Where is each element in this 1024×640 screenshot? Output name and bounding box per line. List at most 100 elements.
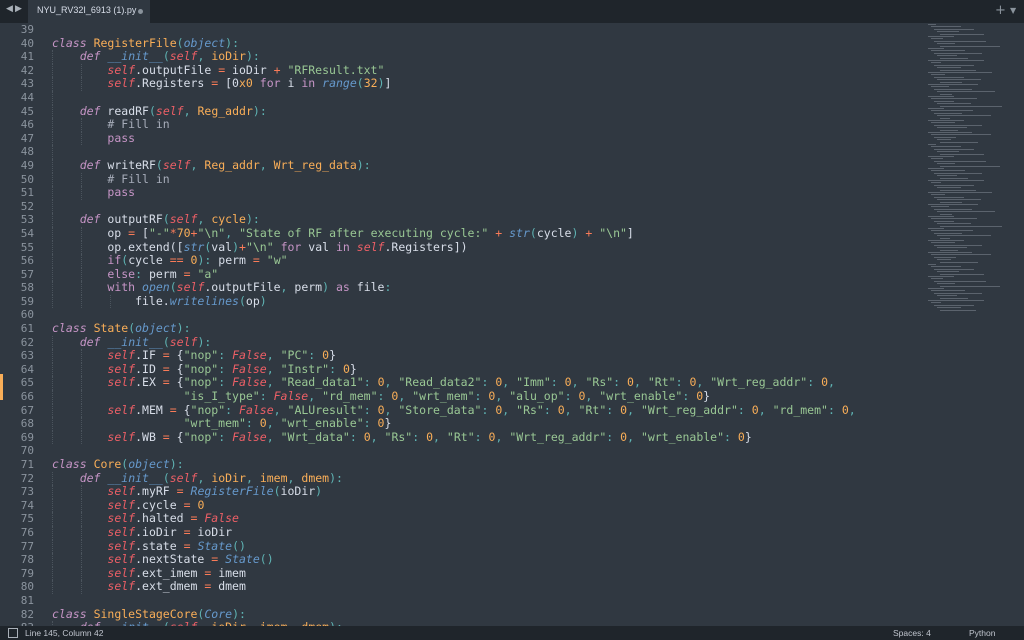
minimap-line — [934, 208, 972, 210]
indentation-setting[interactable]: Spaces: 4 — [893, 628, 931, 638]
tab-scroll-left-icon[interactable]: ◀ — [6, 4, 13, 14]
code-line[interactable]: 57 else: perm = "a" — [0, 267, 920, 282]
minimap[interactable] — [928, 24, 1020, 324]
line-number: 54 — [20, 226, 34, 240]
code-line[interactable]: 59 file.writelines(op) — [0, 293, 920, 309]
code-text: with open(self.outputFile, perm) as file… — [52, 280, 391, 295]
code-token: "wrt_mem" — [412, 389, 475, 404]
code-line[interactable]: 77 self.state = State() — [0, 538, 920, 554]
code-line[interactable]: 39 — [0, 23, 920, 37]
code-line[interactable]: 60 — [0, 308, 920, 322]
code-line[interactable]: 81 — [0, 594, 920, 608]
code-token: "alu_op" — [509, 389, 565, 404]
code-line[interactable]: 80 self.ext_dmem = dmem — [0, 580, 920, 594]
code-line[interactable]: 55 op.extend([str(val)+"\n" for val in s… — [0, 240, 920, 255]
line-number: 56 — [20, 254, 34, 268]
code-token: .ID — [135, 361, 163, 376]
code-line[interactable]: 65 self.EX = {"nop": False, "Read_data1"… — [0, 375, 920, 391]
minimap-line — [931, 206, 949, 208]
code-line[interactable]: 54 op = ["-"*70+"\n", "State of RF after… — [0, 225, 920, 241]
code-token: "Rs" — [384, 429, 413, 444]
code-line[interactable]: 70 — [0, 444, 920, 458]
code-token: : — [363, 375, 371, 390]
code-line[interactable]: 52 — [0, 199, 920, 214]
cursor-position[interactable]: Line 145, Column 42 — [25, 628, 103, 638]
minimap-line — [934, 256, 956, 258]
code-token: ( — [176, 35, 184, 50]
code-line[interactable]: 64 self.ID = {"nop": False, "Instr": 0} — [0, 361, 920, 377]
code-line[interactable]: 76 self.ioDir = ioDir — [0, 524, 920, 540]
code-token: .state — [135, 538, 184, 553]
code-line[interactable]: 56 if(cycle == 0): perm = "w" — [0, 253, 920, 268]
code-line[interactable]: 53 def outputRF(self, cycle): — [0, 213, 920, 227]
tab-file[interactable]: NYU_RV32I_6913 (1).py — [28, 0, 150, 23]
code-line[interactable]: 73 self.myRF = RegisterFile(ioDir) — [0, 484, 920, 499]
code-line[interactable]: 40 class RegisterFile(object): — [0, 35, 920, 51]
code-token: # Fill in — [107, 171, 170, 186]
code-line[interactable]: 78 self.nextState = State() — [0, 552, 920, 567]
code-line[interactable]: 58 with open(self.outputFile, perm) as f… — [0, 280, 920, 295]
code-line[interactable]: 63 self.IF = {"nop": False, "PC": 0} — [0, 348, 920, 363]
code-line[interactable]: 69 self.WB = {"nop": False, "Wrt_data": … — [0, 429, 920, 445]
code-token: ioDir — [211, 470, 246, 485]
code-token: __init__ — [107, 334, 163, 349]
code-line[interactable]: 41 def __init__(self, ioDir): — [0, 49, 920, 64]
code-token: } — [329, 348, 337, 363]
code-text: self.Registers = [0x0 for i in range(32)… — [52, 77, 391, 91]
code-text: self.ext_dmem = dmem — [52, 580, 246, 594]
code-token: = — [183, 524, 191, 539]
tab-menu-chevron-icon[interactable]: ▼ — [1010, 6, 1016, 15]
code-token: == — [169, 253, 184, 268]
code-editor[interactable]: 39 40 class RegisterFile(object): 41 def __… — [0, 23, 920, 626]
code-text: self.outputFile = ioDir + "RFResult.txt" — [52, 63, 384, 78]
code-token: self — [107, 348, 136, 363]
code-text: self.cycle = 0 — [52, 498, 204, 513]
code-token: "wrt_enable" — [280, 416, 364, 431]
tab-scroll-right-icon[interactable]: ▶ — [15, 4, 22, 14]
code-line[interactable]: 61 class State(object): — [0, 321, 920, 336]
code-line[interactable]: 46 # Fill in — [0, 117, 920, 132]
code-line[interactable]: 62 def __init__(self): — [0, 334, 920, 350]
code-line[interactable]: 51 pass — [0, 185, 920, 200]
code-line[interactable]: 44 — [0, 90, 920, 105]
code-line[interactable]: 50 # Fill in — [0, 171, 920, 187]
code-line[interactable]: 43 self.Registers = [0x0 for i in range(… — [0, 77, 920, 91]
code-token: : — [252, 212, 260, 227]
minimap-line — [931, 74, 945, 76]
minimap-line — [937, 79, 981, 81]
code-line[interactable]: 68 "wrt_mem": 0, "wrt_enable": 0} — [0, 416, 920, 431]
code-token: [0 — [218, 76, 239, 91]
code-line[interactable]: 66 "is_I_type": False, "rd_mem": 0, "wrt… — [0, 389, 920, 404]
code-token: = — [162, 361, 170, 376]
minimap-line — [937, 103, 971, 105]
code-line[interactable]: 82 class SingleStageCore(Core): — [0, 607, 920, 622]
tab-title: NYU_RV32I_6913 (1).py — [37, 5, 137, 15]
code-line[interactable]: 72 def __init__(self, ioDir, imem, dmem)… — [0, 470, 920, 486]
code-token: ) — [259, 293, 267, 308]
code-line[interactable]: 67 self.MEM = {"nop": False, "ALUresult"… — [0, 403, 920, 418]
code-line[interactable]: 49 def writeRF(self, Reg_addr, Wrt_reg_d… — [0, 158, 920, 173]
code-line[interactable]: 48 — [0, 145, 920, 159]
new-tab-plus-icon[interactable]: + — [995, 3, 1006, 18]
code-line[interactable]: 47 pass — [0, 131, 920, 146]
code-line[interactable]: 74 self.cycle = 0 — [0, 498, 920, 513]
line-number: 75 — [20, 512, 34, 526]
code-line[interactable]: 79 self.ext_imem = imem — [0, 566, 920, 581]
code-token: * — [169, 225, 177, 240]
syntax-language[interactable]: Python — [969, 628, 995, 638]
panel-toggle-icon[interactable] — [8, 628, 18, 638]
unsaved-dot-icon[interactable] — [138, 9, 143, 14]
code-line[interactable]: 71 class Core(object): — [0, 457, 920, 472]
code-line[interactable]: 45 def readRF(self, Reg_addr): — [0, 104, 920, 119]
code-line[interactable]: 75 self.halted = False — [0, 512, 920, 526]
code-line[interactable]: 42 self.outputFile = ioDir + "RFResult.t… — [0, 63, 920, 78]
